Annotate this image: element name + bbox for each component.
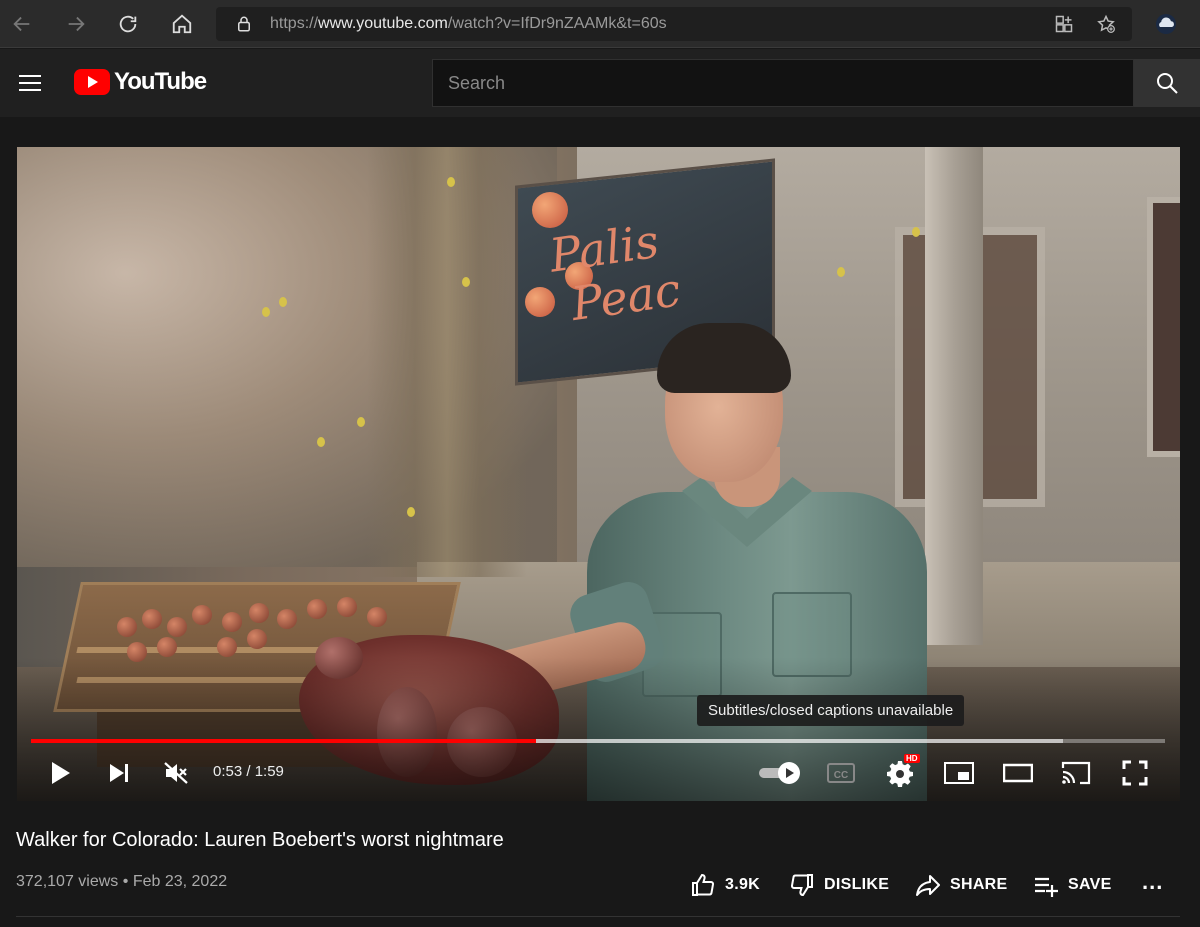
search-input[interactable] [433,60,1133,106]
like-count: 3.9K [725,876,760,893]
theater-mode-icon [1003,763,1033,783]
more-actions-button[interactable]: ... [1142,868,1163,896]
video-player[interactable]: Palis Peac [17,147,1180,801]
publish-date: Feb 23, 2022 [132,873,228,890]
dislike-button[interactable]: DISLIKE [789,871,889,899]
autoplay-toggle-icon [759,762,800,784]
video-title: Walker for Colorado: Lauren Boebert's wo… [16,829,504,851]
fullscreen-icon [1122,760,1148,786]
next-button[interactable] [102,756,136,790]
subtitles-button[interactable]: CC [824,756,858,790]
svg-text:CC: CC [834,770,848,781]
save-button[interactable]: SAVE [1033,871,1112,899]
mute-button[interactable] [159,756,193,790]
address-bar[interactable]: https://www.youtube.com/watch?v=IfDr9nZA… [216,7,1132,41]
hamburger-menu-icon[interactable] [18,71,42,95]
forward-arrow-icon[interactable] [62,10,90,38]
playlist-add-icon [1033,872,1059,898]
search-box [432,59,1134,107]
home-icon[interactable] [168,10,196,38]
volume-muted-icon [164,762,188,784]
video-overlay-gradient [17,147,1180,801]
hd-badge: HD [904,754,920,763]
share-button[interactable]: SHARE [915,871,1008,899]
time-display: 0:53 / 1:59 [213,763,284,780]
youtube-play-logo-icon [74,69,110,95]
youtube-header: YouTube [0,49,1200,117]
video-meta: 372,107 views • Feb 23, 2022 [16,873,227,891]
meta-separator: • [122,873,129,890]
fullscreen-button[interactable] [1118,756,1152,790]
app-available-icon[interactable] [1052,12,1076,36]
dislike-label: DISLIKE [824,876,890,893]
miniplayer-icon [944,762,974,784]
search-button[interactable] [1134,59,1200,107]
browser-toolbar: https://www.youtube.com/watch?v=IfDr9nZA… [0,0,1200,48]
profile-cloud-icon[interactable] [1152,10,1180,38]
share-label: SHARE [950,876,1008,893]
view-count: 372,107 views [16,873,119,890]
cast-icon [1061,761,1091,785]
play-button[interactable] [43,756,77,790]
youtube-logo[interactable]: YouTube [74,68,207,96]
search-icon [1157,73,1178,94]
more-actions-icon: ... [1142,869,1164,894]
skip-next-icon [110,764,128,782]
logo-text: YouTube [114,68,207,95]
lock-icon[interactable] [232,12,256,36]
progress-played [31,739,536,743]
url-text: https://www.youtube.com/watch?v=IfDr9nZA… [270,15,667,32]
cast-button[interactable] [1059,756,1093,790]
section-divider [16,916,1180,917]
back-arrow-icon[interactable] [8,10,36,38]
play-icon [52,762,70,784]
autoplay-toggle[interactable] [756,756,804,790]
like-button[interactable]: 3.9K [690,871,760,899]
miniplayer-button[interactable] [942,756,976,790]
thumbs-down-icon [789,872,815,898]
theater-mode-button[interactable] [1001,756,1035,790]
closed-captions-icon: CC [827,763,855,783]
progress-bar[interactable] [31,739,1165,743]
thumbs-up-icon [690,872,716,898]
add-favorite-icon[interactable] [1094,12,1118,36]
save-label: SAVE [1068,876,1112,893]
share-arrow-icon [915,872,941,898]
captions-tooltip: Subtitles/closed captions unavailable [697,695,965,726]
settings-button[interactable]: HD [883,754,920,790]
refresh-icon[interactable] [114,10,142,38]
